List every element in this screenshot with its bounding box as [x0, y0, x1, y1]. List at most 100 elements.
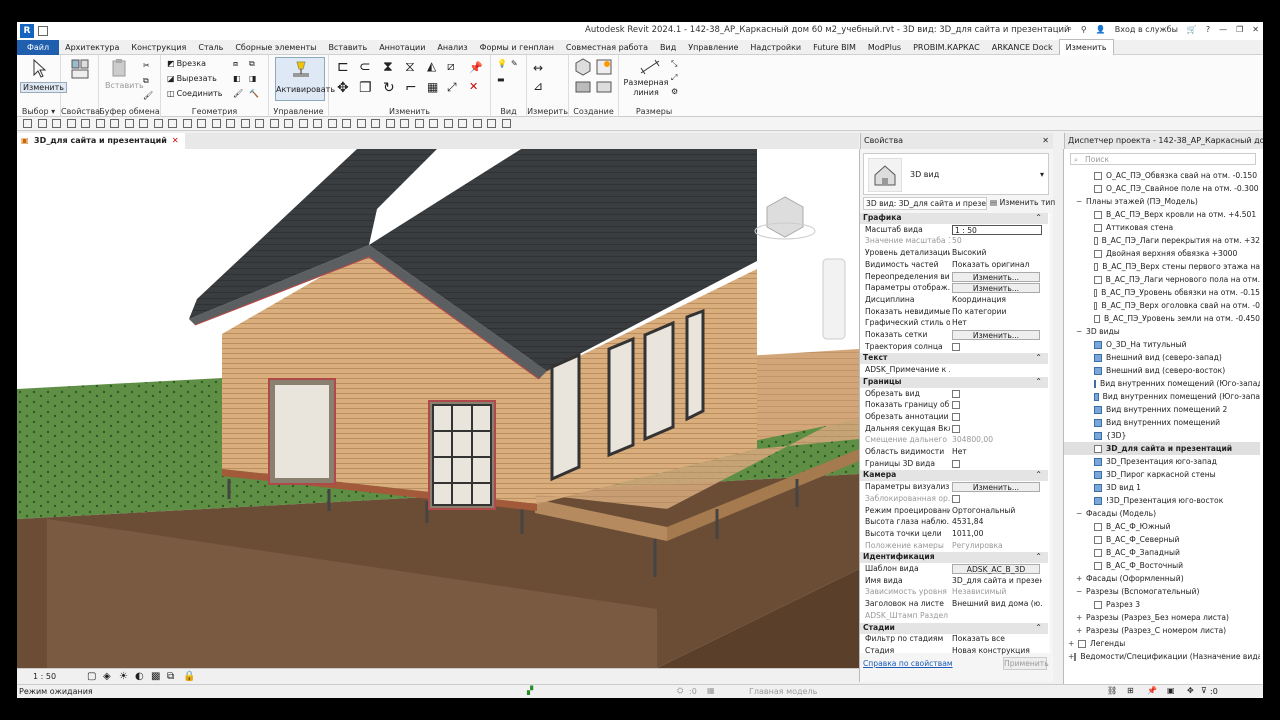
collapse-icon[interactable]: ⌃	[1035, 470, 1042, 479]
measure-angle-icon[interactable]: ⊿	[533, 79, 543, 93]
align-icon[interactable]: ⊏	[337, 59, 349, 75]
expand-icon[interactable]: +	[1068, 639, 1078, 648]
user-icon[interactable]: 👤	[1096, 25, 1106, 34]
ribbon-tab[interactable]: Совместная работа	[560, 40, 654, 55]
view-tab[interactable]: ▣ 3D_для сайта и презентаций ✕	[17, 133, 185, 149]
toolbar-icon[interactable]	[501, 119, 511, 128]
ribbon-tab[interactable]: Future BIM	[807, 40, 862, 55]
property-section[interactable]: Границы	[860, 376, 1048, 388]
browser-item[interactable]: − Фасады (Модель)	[1064, 507, 1260, 520]
toolbar-icon[interactable]	[327, 119, 337, 128]
toolbar-icon[interactable]	[182, 119, 192, 128]
join-button[interactable]: ◫ Соединить	[167, 89, 223, 98]
property-value[interactable]: Регулировка	[952, 541, 1042, 550]
select-face-icon[interactable]: ▣	[1167, 686, 1175, 695]
toolbar-icon[interactable]	[313, 119, 322, 128]
property-value[interactable]: Независимый	[952, 587, 1042, 596]
property-value[interactable]: Нет	[952, 318, 1042, 327]
edit-type-button[interactable]: ▤ Изменить тип	[990, 197, 1055, 210]
toolbar-icon[interactable]	[414, 119, 424, 128]
browser-item[interactable]: !3D_Презентация юго-восток	[1064, 494, 1260, 507]
toolbar-icon[interactable]	[255, 119, 264, 128]
browser-item[interactable]: + Разрезы (Разрез_С номером листа)	[1064, 624, 1260, 637]
property-checkbox[interactable]	[952, 389, 960, 398]
worksets-icon[interactable]: ▞	[527, 686, 533, 695]
browser-item[interactable]: В_АС_Ф_Западный	[1064, 546, 1260, 559]
property-value[interactable]: Внешний вид дома (ю...	[952, 599, 1042, 608]
sun-path-icon[interactable]: ☀	[119, 671, 128, 682]
geo-tool-icon[interactable]: ⧈	[233, 59, 238, 69]
property-checkbox[interactable]	[952, 424, 960, 433]
settings-icon[interactable]: ⚙	[671, 87, 678, 96]
edit-property-button[interactable]: Изменить...	[952, 482, 1040, 493]
browser-item[interactable]: В_АС_Ф_Южный	[1064, 520, 1260, 533]
collapse-icon[interactable]: −	[1076, 509, 1086, 518]
hide-icon[interactable]: 💡	[497, 59, 507, 68]
toolbar-icon[interactable]	[66, 119, 76, 128]
ribbon-tab[interactable]: ARKANCE Dock	[986, 40, 1059, 55]
property-section[interactable]: Стадии	[860, 622, 1048, 634]
browser-item[interactable]: 3D_для сайта и презентаций	[1064, 442, 1260, 455]
property-value[interactable]: Координация	[952, 295, 1042, 304]
browser-item[interactable]: + Разрезы (Разрез_Без номера листа)	[1064, 611, 1260, 624]
ribbon-tab[interactable]: PROBIM.КАРКАС	[907, 40, 986, 55]
collapse-icon[interactable]: ⌃	[1035, 552, 1042, 561]
collapse-icon[interactable]: ⌃	[1035, 377, 1042, 386]
browser-item[interactable]: О_3D_На титульный	[1064, 338, 1260, 351]
browser-item[interactable]: О_АС_ПЭ_Свайное поле на отм. -0.300	[1064, 182, 1260, 195]
instance-selector[interactable]: 3D вид: 3D_для сайта и презентаций	[863, 197, 987, 210]
cursor-icon[interactable]	[29, 58, 49, 78]
toolbar-icon[interactable]	[124, 119, 134, 128]
property-value[interactable]: Показать все	[952, 634, 1042, 643]
ribbon-tab[interactable]: Вид	[654, 40, 682, 55]
paste-button[interactable]: Вставить	[105, 81, 144, 90]
edit-property-button[interactable]: Изменить...	[952, 271, 1040, 282]
collapse-icon[interactable]: −	[1076, 197, 1086, 206]
property-value[interactable]: 1011,00	[952, 529, 1042, 538]
property-value[interactable]: По категории	[952, 307, 1042, 316]
toolbar-icon[interactable]	[23, 119, 32, 128]
browser-item[interactable]: Внешний вид (северо-восток)	[1064, 364, 1260, 377]
design-options-icon[interactable]: ▦	[707, 686, 715, 695]
toolbar-icon[interactable]	[269, 119, 279, 128]
collapse-icon[interactable]: ⌃	[1035, 623, 1042, 632]
crop-icon[interactable]: ⧉	[167, 671, 174, 682]
ribbon-tab[interactable]: Сборные элементы	[229, 40, 322, 55]
match-icon[interactable]: 🖌	[143, 91, 153, 100]
toolbar-icon[interactable]	[168, 119, 177, 128]
shadows-icon[interactable]: ◐	[135, 671, 144, 682]
toolbar-icon[interactable]	[443, 119, 453, 128]
ribbon-tab[interactable]: Архитектура	[59, 40, 125, 55]
restore-icon[interactable]: ❐	[1236, 25, 1243, 34]
property-section[interactable]: Идентификация	[860, 552, 1048, 564]
dim-tool-icon[interactable]: ⤢	[671, 73, 677, 83]
type-selector[interactable]: 3D вид ▾	[863, 153, 1049, 195]
browser-item[interactable]: −3D виды	[1064, 325, 1260, 338]
ribbon-tab[interactable]: Управление	[682, 40, 744, 55]
browser-item[interactable]: Вид внутренних помещений (Юго-запа	[1064, 390, 1260, 403]
browser-item[interactable]: 3D_Пирог каркасной стены	[1064, 468, 1260, 481]
editable-icon[interactable]: ⛭	[677, 686, 683, 696]
3d-viewport[interactable]	[17, 149, 859, 668]
apply-button[interactable]: Применить	[1003, 657, 1049, 670]
edit-property-button[interactable]: Изменить...	[952, 283, 1040, 294]
browser-item[interactable]: + Ведомости/Спецификации (Назначение вида	[1064, 650, 1260, 663]
property-value[interactable]: Ортогональный	[952, 506, 1042, 515]
split-icon[interactable]: 🔨	[249, 89, 259, 98]
ribbon-tab[interactable]: Конструкция	[125, 40, 192, 55]
toolbar-icon[interactable]	[110, 119, 119, 128]
toolbar-icon[interactable]	[95, 119, 105, 128]
collapse-icon[interactable]: −	[1076, 587, 1086, 596]
property-value[interactable]: Нет	[952, 447, 1042, 456]
browser-item[interactable]: Вид внутренних помещений (Юго-запад	[1064, 377, 1260, 390]
modify-button[interactable]: Изменить	[20, 82, 67, 93]
render-icon[interactable]: ▩	[151, 671, 160, 682]
property-value[interactable]: 1 : 50	[952, 224, 1042, 235]
browser-item[interactable]: В_АС_ПЭ_Лаги перекрытия на отм. +32	[1064, 234, 1260, 247]
browser-item[interactable]: В_АС_ПЭ_Верх кровли на отм. +4.501	[1064, 208, 1260, 221]
ribbon-tab[interactable]: Сталь	[192, 40, 229, 55]
property-value[interactable]: 304800,00	[952, 435, 1042, 444]
ribbon-tab[interactable]: Аннотации	[373, 40, 431, 55]
paint-icon[interactable]: 🖌	[233, 89, 243, 98]
quick-access-icon[interactable]	[38, 26, 48, 36]
